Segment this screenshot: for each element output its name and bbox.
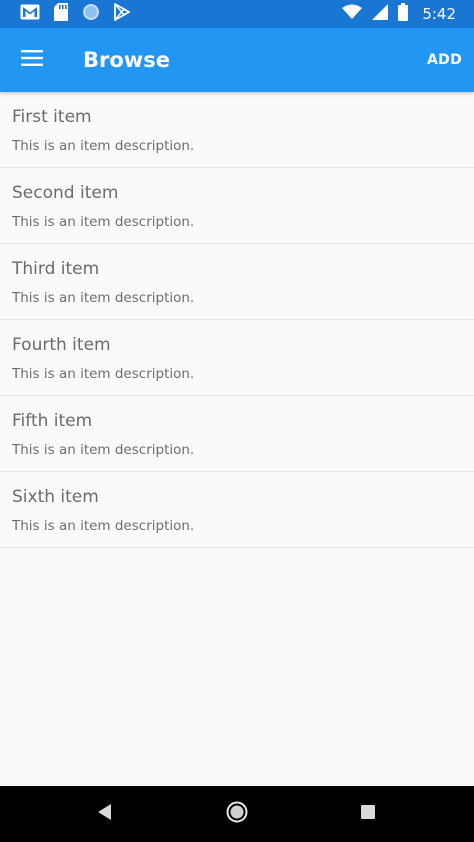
item-description: This is an item description.: [12, 518, 195, 534]
menu-button[interactable]: [14, 42, 50, 78]
list-item[interactable]: Fourth item This is an item description.: [0, 320, 474, 396]
circle-notification-icon: [82, 3, 100, 25]
item-title: Sixth item: [12, 487, 99, 507]
play-store-icon: [114, 3, 130, 25]
status-notification-icons: [20, 3, 130, 25]
list-item[interactable]: Sixth item This is an item description.: [0, 472, 474, 548]
system-navigation-bar: [0, 786, 474, 842]
status-bar: 5:42: [0, 0, 474, 28]
list-item[interactable]: First item This is an item description.: [0, 92, 474, 168]
item-description: This is an item description.: [12, 214, 195, 230]
recents-icon: [360, 804, 376, 824]
item-description: This is an item description.: [12, 442, 195, 458]
list-item[interactable]: Second item This is an item description.: [0, 168, 474, 244]
item-title: First item: [12, 107, 92, 127]
sd-card-icon: [54, 3, 68, 25]
app-bar: Browse ADD: [0, 28, 474, 92]
item-description: This is an item description.: [12, 290, 195, 306]
list-item[interactable]: Fifth item This is an item description.: [0, 396, 474, 472]
back-icon: [97, 803, 113, 825]
hamburger-menu-icon: [21, 50, 43, 70]
home-button[interactable]: [223, 800, 251, 828]
recents-button[interactable]: [354, 800, 382, 828]
item-list: First item This is an item description. …: [0, 92, 474, 548]
page-title: Browse: [83, 48, 170, 72]
item-description: This is an item description.: [12, 138, 195, 154]
list-item[interactable]: Third item This is an item description.: [0, 244, 474, 320]
add-item-button[interactable]: ADD: [427, 48, 462, 72]
item-title: Third item: [12, 259, 100, 279]
gmail-icon: [20, 4, 40, 24]
screen: 5:42 Browse ADD First item This is an it…: [0, 0, 474, 842]
status-system-icons: 5:42: [342, 3, 456, 25]
item-title: Fifth item: [12, 411, 93, 431]
item-title: Fourth item: [12, 335, 111, 355]
item-title: Second item: [12, 183, 119, 203]
cell-signal-icon: [372, 4, 389, 24]
home-icon: [226, 801, 248, 827]
wifi-icon: [342, 4, 363, 24]
item-description: This is an item description.: [12, 366, 195, 382]
status-time: 5:42: [422, 5, 456, 23]
back-button[interactable]: [91, 800, 119, 828]
battery-icon: [398, 3, 409, 25]
